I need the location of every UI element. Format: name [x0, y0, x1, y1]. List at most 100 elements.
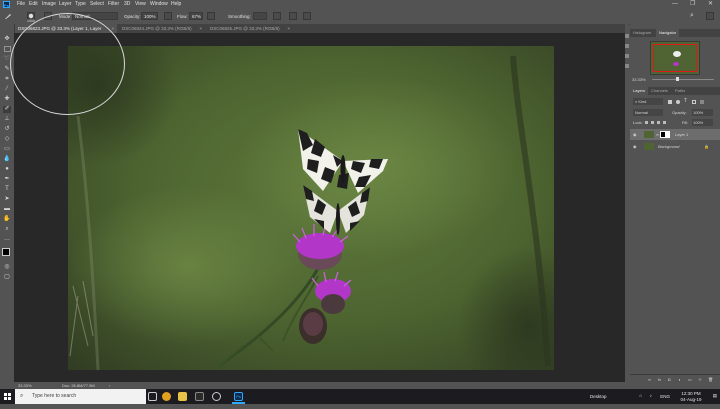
tab-layers[interactable]: Layers — [630, 87, 649, 95]
clock-date[interactable]: 04-Aug-19 — [676, 397, 706, 402]
brush-tool-icon[interactable]: ✐ — [3, 106, 11, 113]
filter-adjustment-icon[interactable] — [676, 100, 680, 104]
tab-doc-3[interactable]: DSC06825.JPG @ 33.3% (RGB/8) × — [206, 24, 293, 33]
menu-image[interactable]: Image — [42, 0, 56, 9]
layer-style-icon[interactable]: fx — [658, 377, 661, 382]
lock-position-icon[interactable] — [651, 121, 654, 124]
move-tool-icon[interactable]: ✥ — [3, 36, 11, 43]
filter-smart-object-icon[interactable] — [700, 100, 704, 104]
tab-paths[interactable]: Paths — [672, 87, 688, 95]
lock-all-icon[interactable] — [663, 121, 666, 124]
language-indicator[interactable]: ENG — [660, 394, 670, 399]
layer-kind-filter[interactable]: ⌕ Kind — [633, 98, 663, 105]
pressure-opacity-icon[interactable] — [164, 12, 172, 20]
desktop-toolbar[interactable]: Desktop — [590, 394, 630, 399]
menu-layer[interactable]: Layer — [59, 0, 72, 9]
task-view-icon[interactable] — [148, 392, 157, 401]
navigator-zoom-slider[interactable] — [652, 79, 714, 80]
new-group-icon[interactable]: ▭ — [688, 377, 692, 382]
clone-stamp-tool-icon[interactable]: ⊥ — [3, 116, 11, 123]
link-icon[interactable]: ∞ — [656, 131, 659, 138]
menu-3d[interactable]: 3D — [124, 0, 130, 9]
smoothing-settings-icon[interactable] — [273, 12, 281, 20]
menu-filter[interactable]: Filter — [108, 0, 119, 9]
menu-select[interactable]: Select — [90, 0, 104, 9]
minimize-button[interactable]: — — [672, 0, 678, 9]
healing-brush-tool-icon[interactable]: ✚ — [3, 96, 11, 103]
close-tab-icon[interactable]: × — [287, 24, 290, 33]
close-button[interactable]: ✕ — [708, 0, 713, 9]
taskbar-search[interactable]: ⌕ Type here to search — [15, 389, 146, 404]
status-menu-arrow-icon[interactable]: › — [109, 382, 110, 389]
smoothing-field[interactable] — [253, 12, 267, 20]
properties-icon[interactable] — [625, 44, 629, 48]
symmetry-icon[interactable] — [303, 12, 311, 20]
layer-row-layer-1[interactable]: ◉ ∞ Layer 1 — [630, 129, 720, 140]
screen-mode-icon[interactable]: ▢ — [3, 274, 11, 281]
volume-icon[interactable]: ♪ — [650, 393, 652, 398]
menu-view[interactable]: View — [135, 0, 146, 9]
chrome-icon[interactable] — [162, 392, 171, 401]
fill-field[interactable]: 100% — [692, 119, 713, 126]
start-button[interactable] — [0, 389, 15, 404]
filter-pixel-icon[interactable] — [668, 100, 672, 104]
lock-pixels-icon[interactable] — [645, 121, 648, 124]
eyedropper-tool-icon[interactable]: ⁄ — [3, 86, 11, 93]
dodge-tool-icon[interactable]: ● — [3, 166, 11, 173]
filter-type-icon[interactable]: T — [684, 98, 687, 104]
maximize-button[interactable]: ❐ — [690, 0, 695, 9]
link-layers-icon[interactable]: ∞ — [648, 377, 651, 382]
eraser-tool-icon[interactable]: ◇ — [3, 136, 11, 143]
new-adjustment-icon[interactable]: ◑ — [678, 377, 680, 382]
hand-tool-icon[interactable]: ✋ — [3, 216, 11, 223]
lock-artboard-icon[interactable] — [657, 121, 660, 124]
blur-tool-icon[interactable]: 💧 — [3, 156, 11, 163]
file-explorer-icon[interactable] — [178, 392, 187, 401]
more-tools-icon[interactable]: … — [3, 236, 11, 243]
pressure-size-icon[interactable] — [289, 12, 297, 20]
brush-tool-icon[interactable] — [4, 12, 12, 20]
airbrush-icon[interactable] — [207, 12, 215, 20]
photoshop-taskbar-icon[interactable]: Ps — [234, 392, 243, 401]
foreground-color-swatch[interactable] — [2, 248, 10, 256]
tab-navigator[interactable]: Navigator — [656, 29, 680, 37]
layer-mask-thumbnail[interactable] — [660, 131, 670, 138]
notifications-icon[interactable]: ▤ — [713, 393, 717, 399]
add-mask-icon[interactable]: ◘ — [668, 377, 670, 382]
navigator-view-box[interactable] — [653, 44, 697, 72]
adjustments-icon[interactable] — [625, 54, 629, 58]
quick-mask-icon[interactable]: ◎ — [3, 264, 11, 271]
app-icon[interactable] — [212, 392, 221, 401]
tab-channels[interactable]: Channels — [648, 87, 671, 95]
delete-layer-icon[interactable]: 🗑 — [708, 377, 713, 382]
new-layer-icon[interactable]: ＋ — [698, 377, 702, 383]
clock-time[interactable]: 12:30 PM — [676, 391, 706, 396]
layer-opacity-field[interactable]: 100% — [692, 109, 713, 116]
opacity-field[interactable]: 100% — [141, 12, 158, 20]
workspace-icon[interactable] — [706, 12, 714, 20]
menu-window[interactable]: Window — [150, 0, 168, 9]
navigator-zoom[interactable]: 33.33% — [632, 77, 646, 82]
blend-mode-select[interactable]: Normal — [633, 109, 663, 116]
navigator-thumbnail[interactable] — [650, 41, 700, 75]
crop-tool-icon[interactable]: ⌗ — [3, 76, 11, 83]
visibility-eye-icon[interactable]: ◉ — [633, 129, 637, 140]
history-brush-tool-icon[interactable]: ↺ — [3, 126, 11, 133]
shape-tool-icon[interactable]: ▬ — [3, 206, 11, 213]
menu-help[interactable]: Help — [171, 0, 181, 9]
zoom-tool-icon[interactable]: ⌕ — [3, 226, 11, 233]
navigator-zoom-handle[interactable] — [676, 77, 679, 81]
menu-type[interactable]: Type — [75, 0, 86, 9]
filter-shape-icon[interactable] — [692, 100, 696, 104]
brushes-icon[interactable] — [625, 64, 629, 68]
document-image[interactable] — [68, 46, 554, 370]
close-tab-icon[interactable]: × — [199, 24, 202, 33]
pen-tool-icon[interactable]: ✒ — [3, 176, 11, 183]
zoom-level[interactable]: 33.33% — [18, 382, 32, 389]
marquee-tool-icon[interactable] — [3, 46, 11, 53]
search-icon[interactable]: ⌕ — [690, 12, 698, 20]
layer-row-background[interactable]: ◉ Background 🔒 — [630, 141, 720, 152]
gradient-tool-icon[interactable]: ▭ — [3, 146, 11, 153]
store-icon[interactable] — [195, 392, 204, 401]
history-icon[interactable] — [625, 34, 629, 38]
